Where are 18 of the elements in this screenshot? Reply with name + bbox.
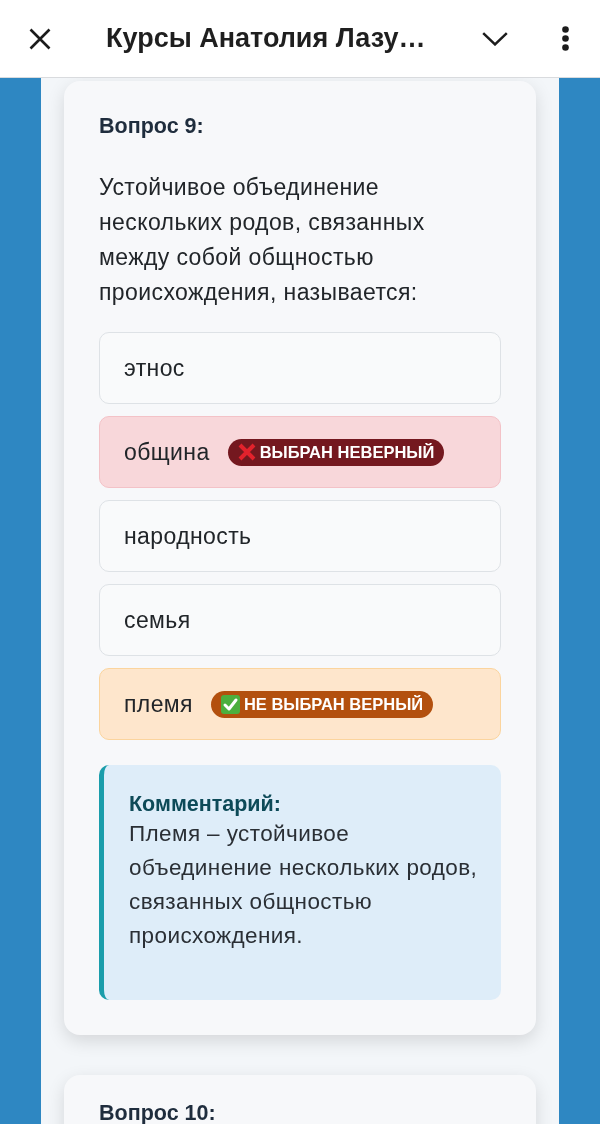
answer-option[interactable]: племя НЕ ВЫБРАН ВЕРНЫЙ <box>99 668 501 740</box>
chevron-down-icon <box>482 31 508 46</box>
answer-option[interactable]: народность <box>99 500 501 572</box>
more-vertical-icon <box>561 26 569 51</box>
question-title: Вопрос 10: <box>99 1103 217 1124</box>
comment-title: Комментарий: <box>129 791 282 817</box>
comment-text: Племя – устойчивое объединение нескольких родов, связанных общностью происхождения. <box>129 820 479 950</box>
question-text: Устойчивое объединение нескольких родов, связанных между собой общностью происхождения, называется: <box>99 173 426 307</box>
question-title: Вопрос 9: <box>99 113 205 139</box>
app-title: Курсы Анатолия Лазу… <box>106 23 427 54</box>
badge-label: НЕ ВЫБРАН ВЕРНЫЙ <box>243 694 424 714</box>
answer-option[interactable]: семья <box>99 584 501 656</box>
badge-label: ВЫБРАН НЕВЕРНЫЙ <box>259 442 435 462</box>
answer-option[interactable]: этнос <box>99 332 501 404</box>
cross-icon <box>237 443 256 461</box>
close-icon <box>29 27 51 50</box>
checkmark-icon <box>220 694 240 714</box>
answer-option[interactable]: община ВЫБРАН НЕВЕРНЫЙ <box>99 416 501 488</box>
